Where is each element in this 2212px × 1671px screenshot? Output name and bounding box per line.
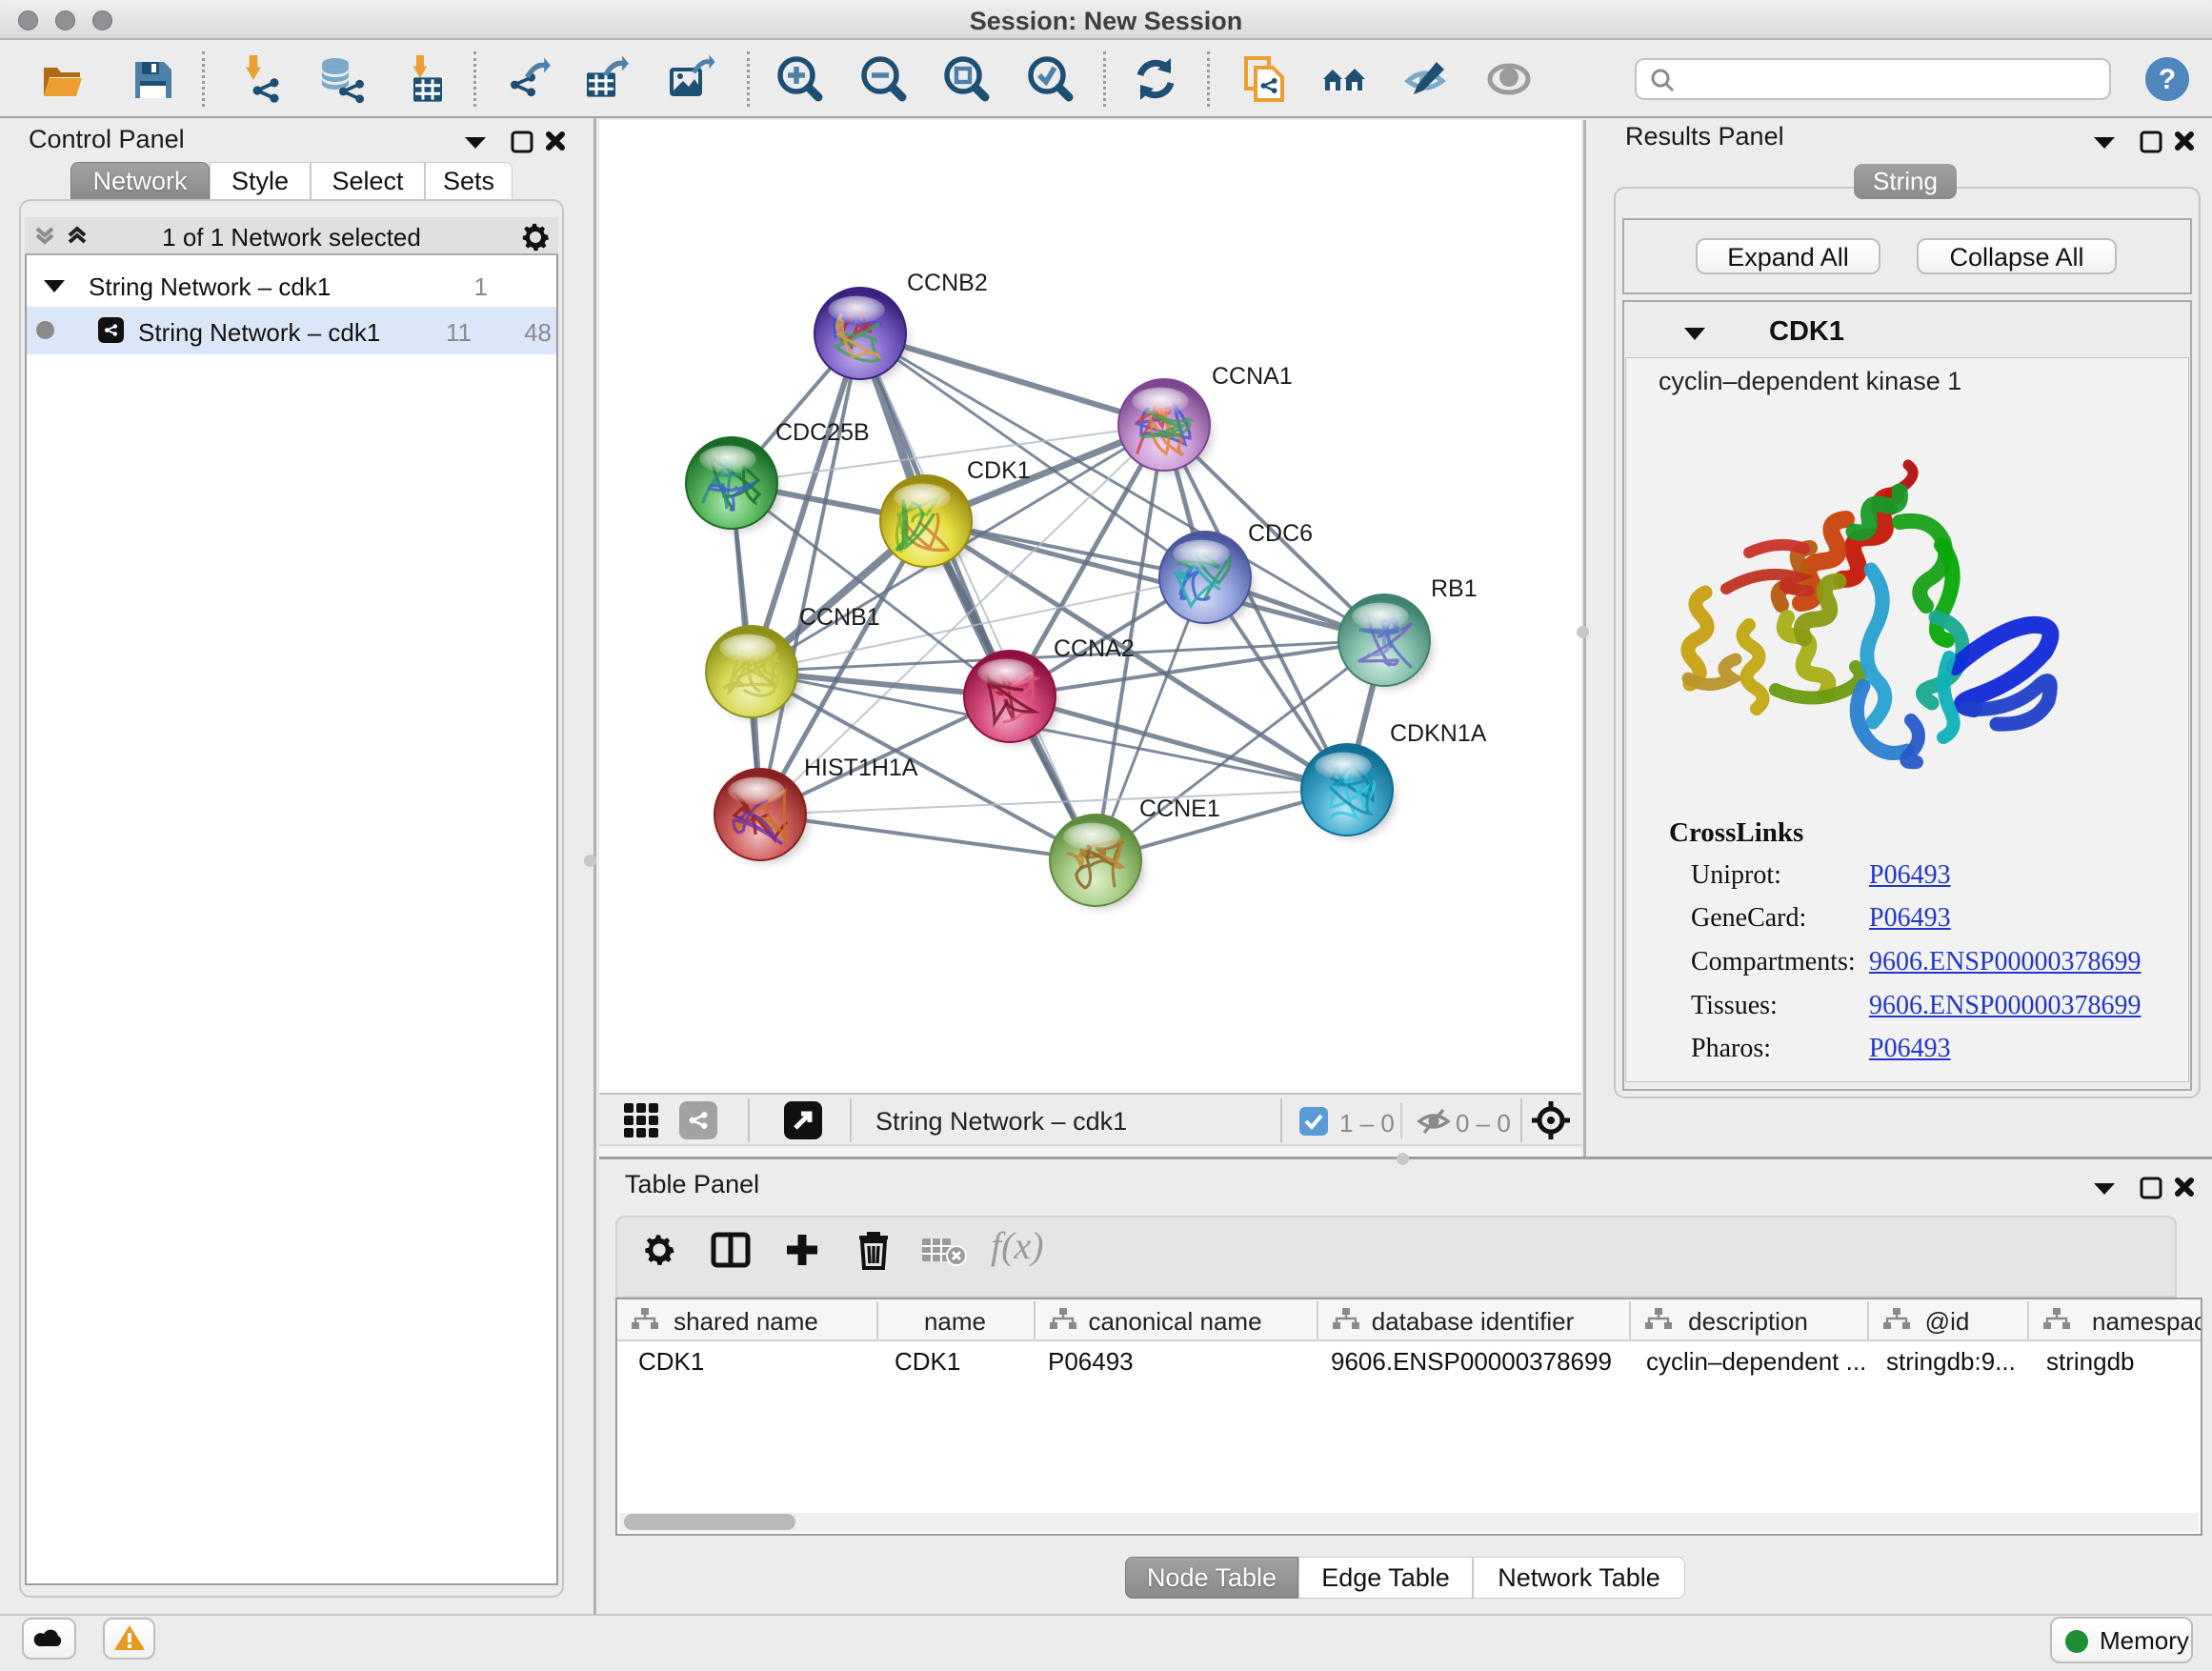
- svg-text:CCNE1: CCNE1: [1139, 795, 1220, 822]
- svg-text:CCNA2: CCNA2: [1054, 635, 1135, 662]
- svg-text:CCNA1: CCNA1: [1212, 363, 1293, 390]
- svg-text:CDC6: CDC6: [1248, 520, 1313, 547]
- svg-text:RB1: RB1: [1431, 575, 1478, 602]
- svg-text:CDK1: CDK1: [967, 457, 1031, 484]
- svg-text:CCNB2: CCNB2: [907, 270, 988, 296]
- svg-text:?: ?: [2159, 64, 2176, 95]
- svg-text:CDC25B: CDC25B: [775, 419, 870, 446]
- svg-text:CDKN1A: CDKN1A: [1390, 720, 1487, 747]
- svg-text:CCNB1: CCNB1: [799, 604, 880, 631]
- svg-text:HIST1H1A: HIST1H1A: [804, 755, 918, 781]
